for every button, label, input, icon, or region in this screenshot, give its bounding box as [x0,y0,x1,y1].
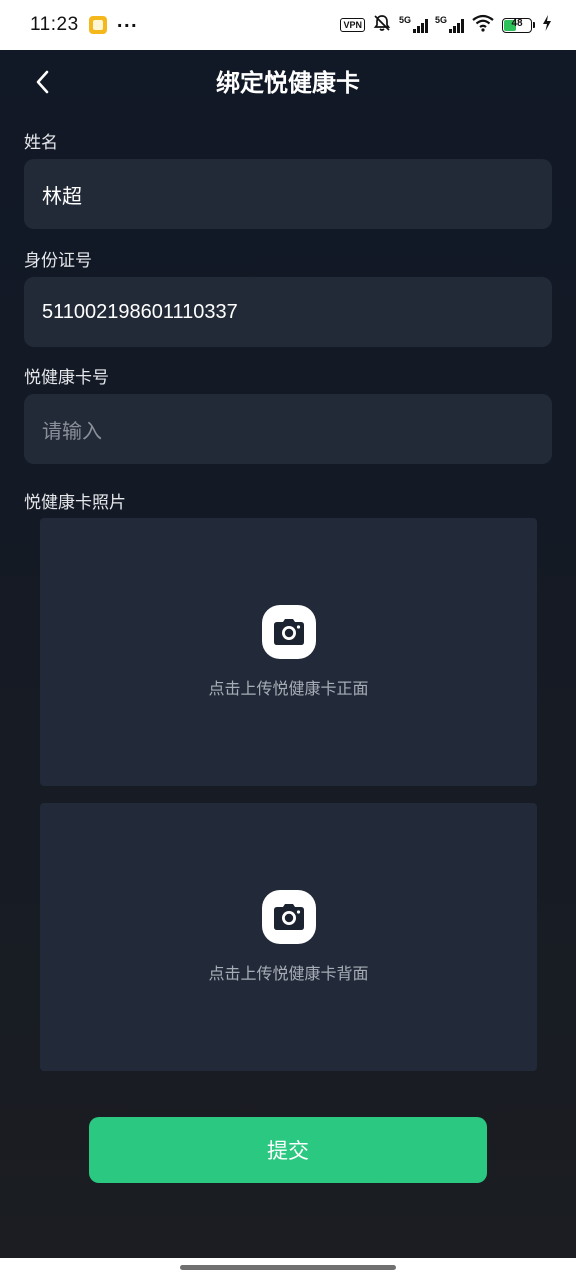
camera-icon [261,605,316,659]
name-field[interactable]: 林超 [24,159,552,229]
card-photo-label: 悦健康卡照片 [24,493,126,513]
home-gesture-bar[interactable] [180,1265,396,1270]
camera-icon [261,890,316,944]
card-number-placeholder: 请输入 [42,418,102,443]
charging-bolt-icon [542,15,552,35]
id-number-field[interactable]: 511002198601110337 [24,277,552,347]
name-label: 姓名 [24,133,58,153]
card-number-label: 悦健康卡号 [24,368,109,388]
name-value: 林超 [42,185,82,208]
cellular-signal-icon-2: 5G [435,15,464,33]
upload-card-back[interactable]: 点击上传悦健康卡背面 [40,803,537,1071]
more-notifications-icon: ··· [116,15,138,35]
submit-button[interactable]: 提交 [89,1117,487,1183]
id-number-value: 511002198601110337 [42,300,238,323]
card-number-input[interactable]: 请输入 [24,394,552,464]
status-bar: 11:23 ··· VPN 5G 5G 48 [0,0,576,50]
upload-front-text: 点击上传悦健康卡正面 [208,679,369,698]
bell-muted-icon [372,13,392,37]
status-left: 11:23 ··· [30,14,138,36]
status-time: 11:23 [30,14,79,35]
vpn-icon: VPN [340,18,365,32]
battery-icon: 48 [502,17,535,33]
wifi-icon [471,14,495,36]
gesture-area [0,1258,576,1280]
page-title: 绑定悦健康卡 [216,69,360,97]
app-screen: 绑定悦健康卡 姓名 林超 身份证号 511002198601110337 悦健康… [0,50,576,1258]
upload-card-front[interactable]: 点击上传悦健康卡正面 [40,518,537,786]
cellular-signal-icon: 5G [399,15,428,33]
upload-back-text: 点击上传悦健康卡背面 [208,964,369,983]
id-number-label: 身份证号 [24,251,92,271]
note-app-notification-icon [88,16,107,34]
status-right: VPN 5G 5G 48 [340,13,552,37]
navigation-bar: 绑定悦健康卡 [0,50,576,112]
